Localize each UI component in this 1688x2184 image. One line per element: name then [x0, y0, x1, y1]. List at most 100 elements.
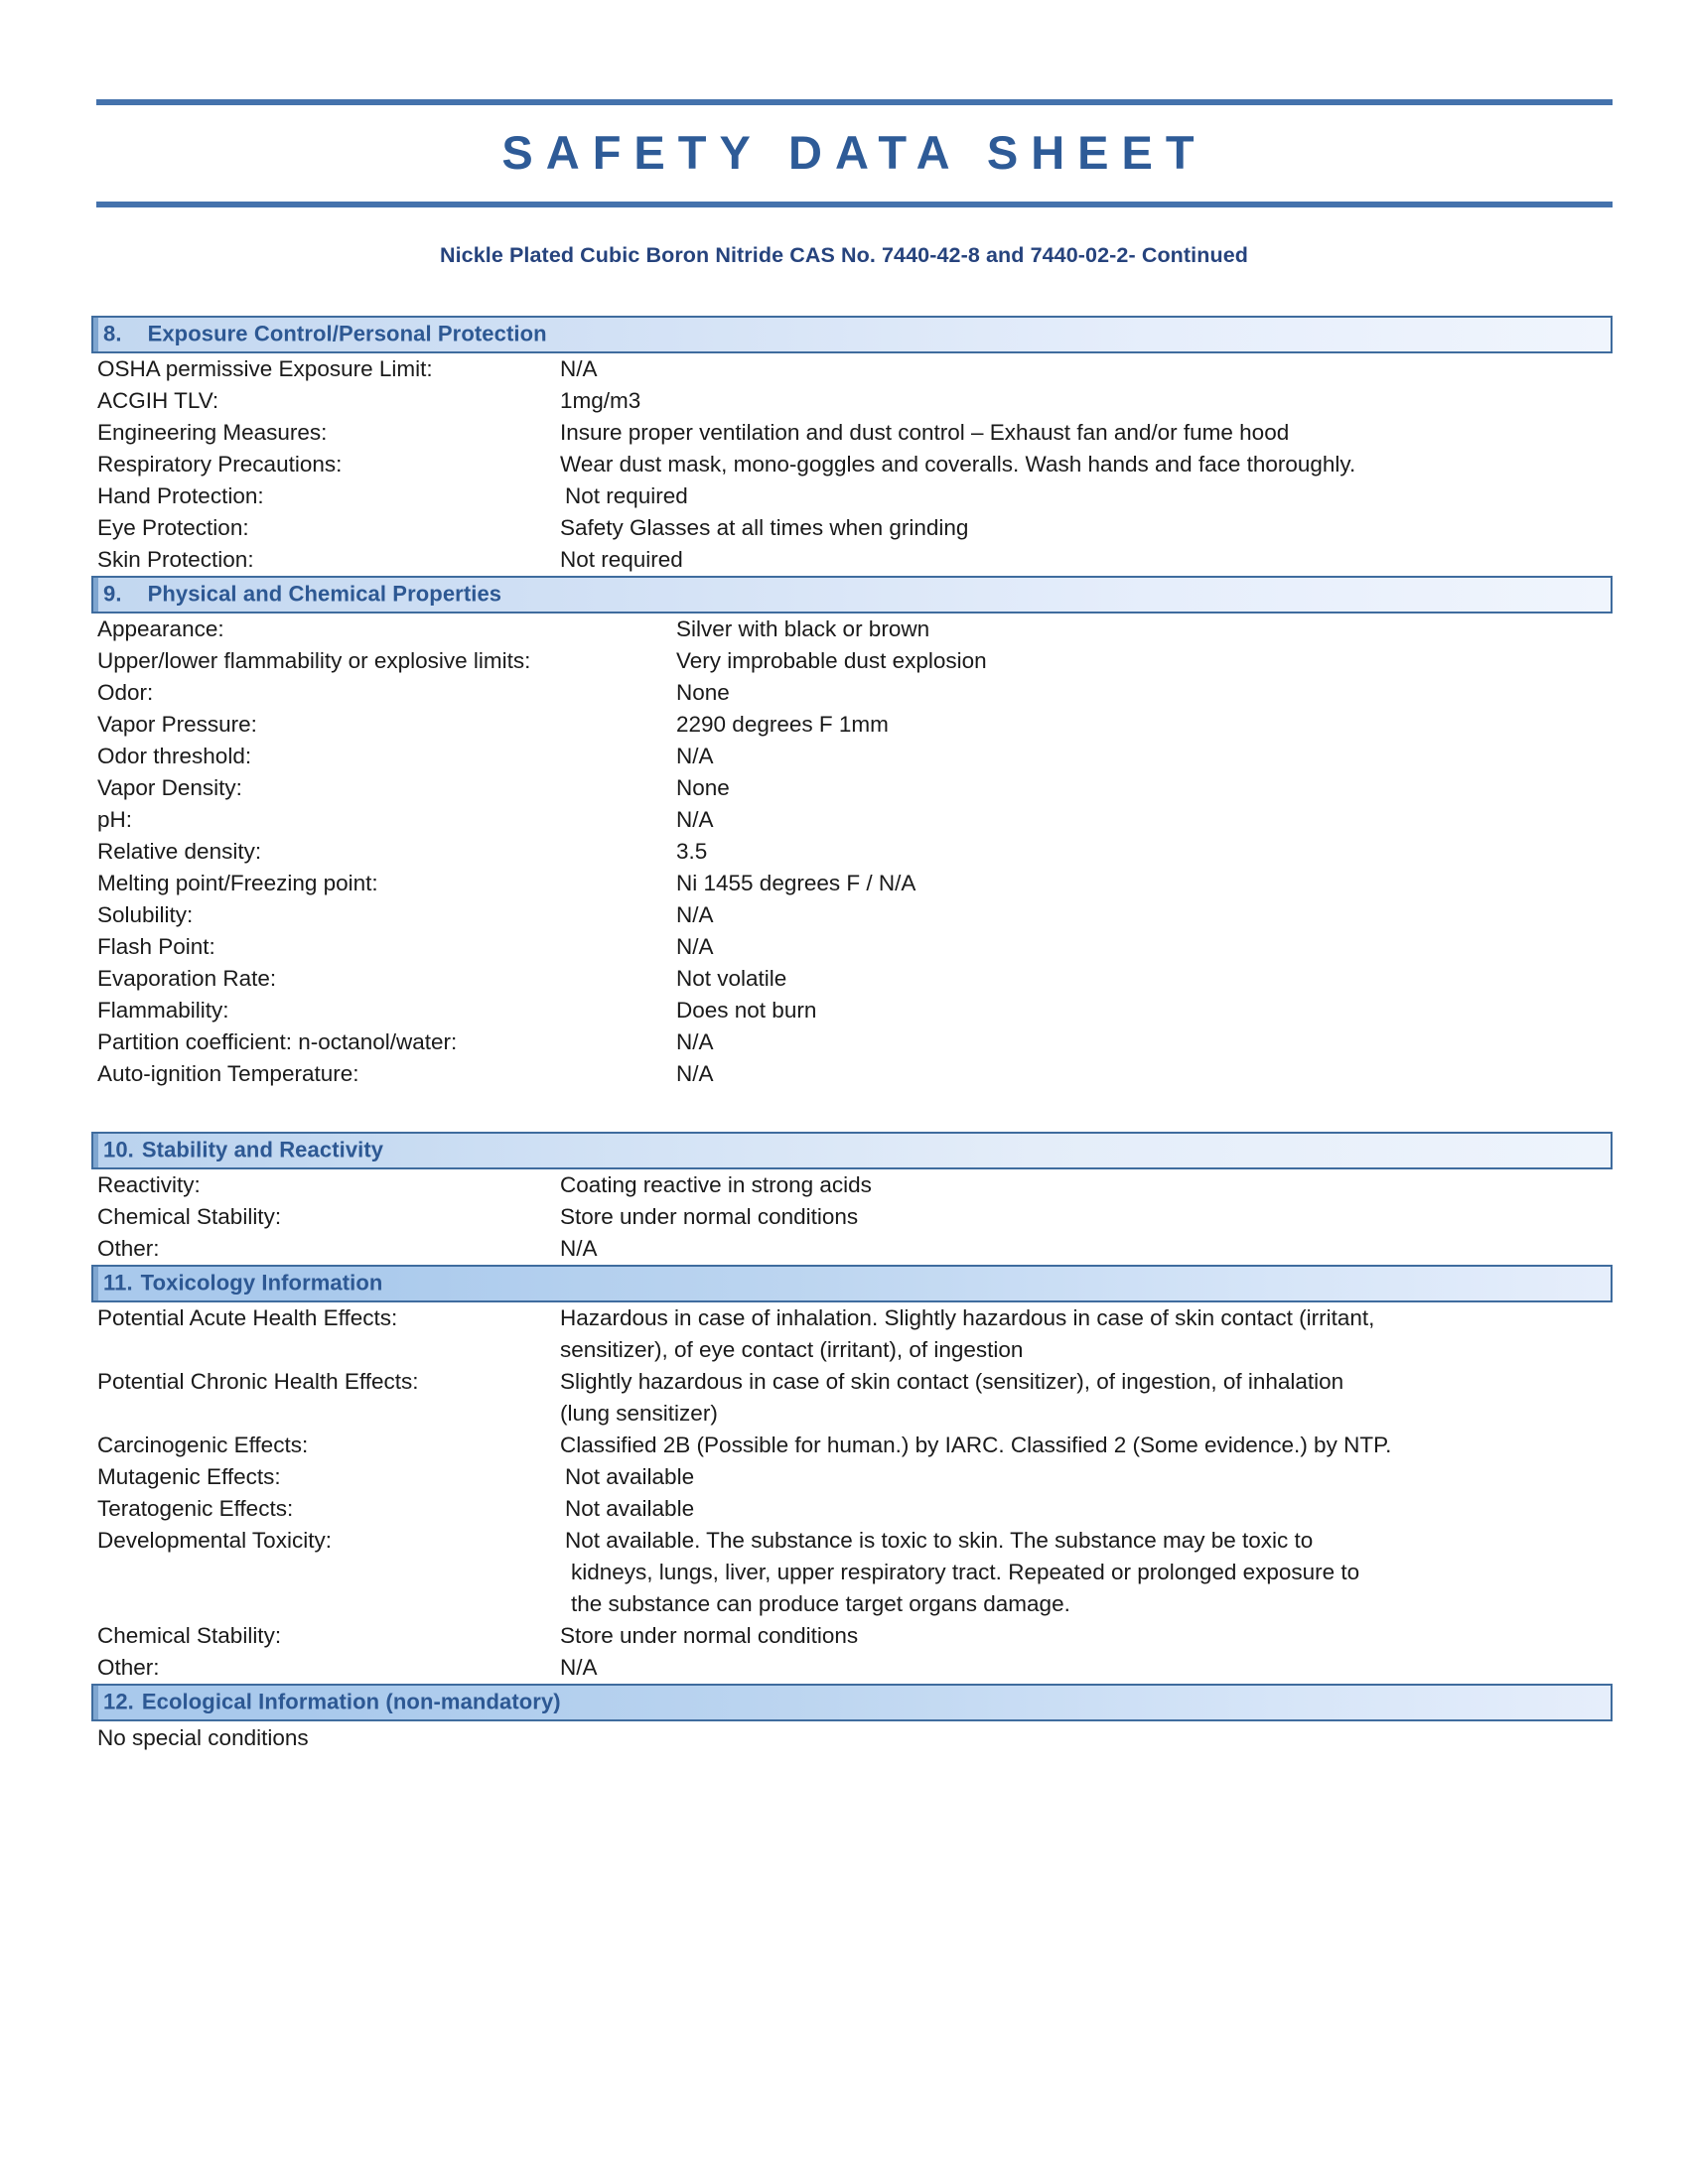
row-label: Respiratory Precautions: — [97, 452, 343, 477]
section-accent-bar — [93, 1267, 98, 1300]
table-row: Teratogenic Effects: Not available — [91, 1493, 1613, 1525]
row-value-line: kidneys, lungs, liver, upper respiratory… — [571, 1560, 1360, 1584]
table-row: Melting point/Freezing point: Ni 1455 de… — [91, 868, 1613, 899]
row-value-line: Not available — [565, 1496, 695, 1521]
row-value: Coating reactive in strong acids — [560, 1172, 872, 1197]
table-row: Chemical Stability: Store under normal c… — [91, 1201, 1613, 1233]
row-value: N/A — [676, 807, 714, 832]
row-label: pH: — [97, 807, 133, 832]
section-title-11: Toxicology Information — [140, 1270, 383, 1296]
section-10-rows: Reactivity: Coating reactive in strong a… — [91, 1169, 1613, 1265]
section-header-11-text: 11. Toxicology Information — [103, 1270, 382, 1296]
row-value: Insure proper ventilation and dust contr… — [560, 420, 1290, 445]
row-value: Slightly hazardous in case of skin conta… — [560, 1366, 1613, 1430]
section-header-11: 11. Toxicology Information — [91, 1265, 1613, 1302]
row-label: Hand Protection: — [97, 483, 264, 508]
section-accent-bar — [93, 1686, 98, 1719]
row-value: Classified 2B (Possible for human.) by I… — [560, 1430, 1613, 1461]
section-number-8: 8. — [103, 321, 122, 346]
section-11-rows: Potential Acute Health Effects: Hazardou… — [91, 1302, 1613, 1684]
section-header-9: 9. Physical and Chemical Properties — [91, 576, 1613, 614]
row-value: Not available — [560, 1461, 1613, 1493]
row-label: Developmental Toxicity: — [97, 1528, 332, 1553]
row-value: N/A — [560, 356, 598, 381]
row-label: ACGIH TLV: — [97, 388, 219, 413]
row-value: N/A — [560, 1236, 598, 1261]
row-value-line: (lung sensitizer) — [560, 1401, 718, 1426]
row-value: N/A — [676, 744, 714, 768]
table-row: Relative density: 3.5 — [91, 836, 1613, 868]
row-label: Mutagenic Effects: — [97, 1464, 281, 1489]
table-row: Solubility: N/A — [91, 899, 1613, 931]
table-row: Odor threshold: N/A — [91, 741, 1613, 772]
row-label: Appearance: — [97, 616, 224, 641]
table-row: Flash Point: N/A — [91, 931, 1613, 963]
section-title-10: Stability and Reactivity — [141, 1137, 384, 1162]
row-value-line: Slightly hazardous in case of skin conta… — [560, 1369, 1344, 1394]
row-value: 3.5 — [676, 839, 708, 864]
row-label: Eye Protection: — [97, 515, 249, 540]
row-value: Silver with black or brown — [676, 616, 930, 641]
row-value-line: sensitizer), of eye contact (irritant), … — [560, 1337, 1024, 1362]
row-label: Upper/lower flammability or explosive li… — [97, 648, 531, 673]
section-title-12: Ecological Information (non-mandatory) — [141, 1689, 561, 1714]
row-label: Auto-ignition Temperature: — [97, 1061, 359, 1086]
row-value: 2290 degrees F 1mm — [676, 712, 889, 737]
section-8-rows: OSHA permissive Exposure Limit: N/A ACGI… — [91, 353, 1613, 576]
table-row: pH: N/A — [91, 804, 1613, 836]
table-row: Appearance: Silver with black or brown — [91, 614, 1613, 645]
table-row: Potential Chronic Health Effects: Slight… — [91, 1366, 1613, 1430]
row-label: Vapor Pressure: — [97, 712, 257, 737]
table-row: Partition coefficient: n-octanol/water: … — [91, 1026, 1613, 1058]
row-value: Store under normal conditions — [560, 1204, 859, 1229]
row-label: OSHA permissive Exposure Limit: — [97, 356, 433, 381]
row-value-line: Hazardous in case of inhalation. Slightl… — [560, 1305, 1375, 1330]
row-label: Partition coefficient: n-octanol/water: — [97, 1029, 458, 1054]
section-header-10-text: 10. Stability and Reactivity — [103, 1137, 383, 1162]
table-row: Other: N/A — [91, 1652, 1613, 1684]
row-value: None — [676, 680, 730, 705]
section-header-12: 12. Ecological Information (non-mandatory… — [91, 1684, 1613, 1721]
section-12-body: No special conditions — [97, 1725, 309, 1750]
row-value: N/A — [676, 934, 714, 959]
row-value: Safety Glasses at all times when grindin… — [560, 515, 969, 540]
row-value: Not required — [565, 483, 688, 508]
header-rule-bottom — [96, 202, 1613, 207]
table-row: Engineering Measures: Insure proper vent… — [91, 417, 1613, 449]
table-row: Respiratory Precautions: Wear dust mask,… — [91, 449, 1613, 480]
section-header-10: 10. Stability and Reactivity — [91, 1132, 1613, 1169]
table-row: Developmental Toxicity: Not available. T… — [91, 1525, 1613, 1620]
row-value: Does not burn — [676, 998, 817, 1023]
table-row: Flammability: Does not burn — [91, 995, 1613, 1026]
table-row: Hand Protection: Not required — [91, 480, 1613, 512]
section-header-12-text: 12. Ecological Information (non-mandatory… — [103, 1689, 561, 1714]
table-row: Vapor Density: None — [91, 772, 1613, 804]
row-label: Carcinogenic Effects: — [97, 1433, 309, 1457]
row-label: Flash Point: — [97, 934, 215, 959]
section-number-10: 10. — [103, 1137, 134, 1162]
section-number-12: 12. — [103, 1689, 134, 1714]
row-label: Odor threshold: — [97, 744, 252, 768]
row-label: Skin Protection: — [97, 547, 254, 572]
table-row: Potential Acute Health Effects: Hazardou… — [91, 1302, 1613, 1366]
row-label: Chemical Stability: — [97, 1204, 282, 1229]
document-header: SAFETY DATA SHEET — [96, 99, 1613, 207]
row-label: Potential Chronic Health Effects: — [97, 1369, 419, 1394]
table-row: Evaporation Rate: Not volatile — [91, 963, 1613, 995]
row-label: Potential Acute Health Effects: — [97, 1305, 398, 1330]
table-row: Chemical Stability: Store under normal c… — [91, 1620, 1613, 1652]
table-row: Eye Protection: Safety Glasses at all ti… — [91, 512, 1613, 544]
row-value: Ni 1455 degrees F / N/A — [676, 871, 916, 895]
table-row: Vapor Pressure: 2290 degrees F 1mm — [91, 709, 1613, 741]
row-value: None — [676, 775, 730, 800]
row-value: N/A — [676, 1061, 714, 1086]
section-number-11: 11. — [103, 1270, 133, 1296]
section-number-9: 9. — [103, 581, 122, 607]
row-value: Hazardous in case of inhalation. Slightl… — [560, 1302, 1613, 1366]
row-value: 1mg/m3 — [560, 388, 641, 413]
section-accent-bar — [93, 1134, 98, 1167]
row-value: N/A — [676, 902, 714, 927]
row-label: Evaporation Rate: — [97, 966, 277, 991]
document-body: 8. Exposure Control/Personal Protection O… — [91, 316, 1613, 1755]
page-title: SAFETY DATA SHEET — [501, 126, 1207, 179]
